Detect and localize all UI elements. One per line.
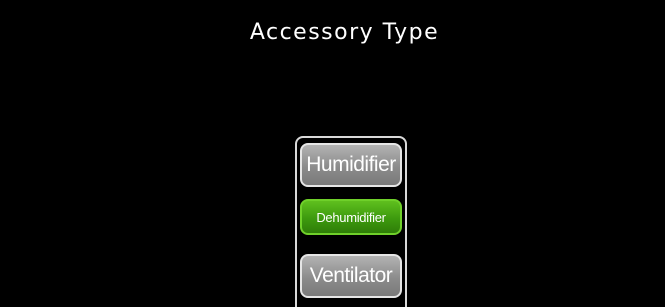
option-dehumidifier-button[interactable]: Dehumidifier <box>300 199 402 235</box>
option-ventilator-button[interactable]: Ventilator <box>300 254 402 298</box>
accessory-type-screen: Accessory Type Humidifier Dehumidifier V… <box>0 0 665 307</box>
page-title: Accessory Type <box>249 20 440 45</box>
accessory-option-list: Humidifier Dehumidifier Ventilator <box>295 136 407 307</box>
option-humidifier-button[interactable]: Humidifier <box>300 143 402 187</box>
